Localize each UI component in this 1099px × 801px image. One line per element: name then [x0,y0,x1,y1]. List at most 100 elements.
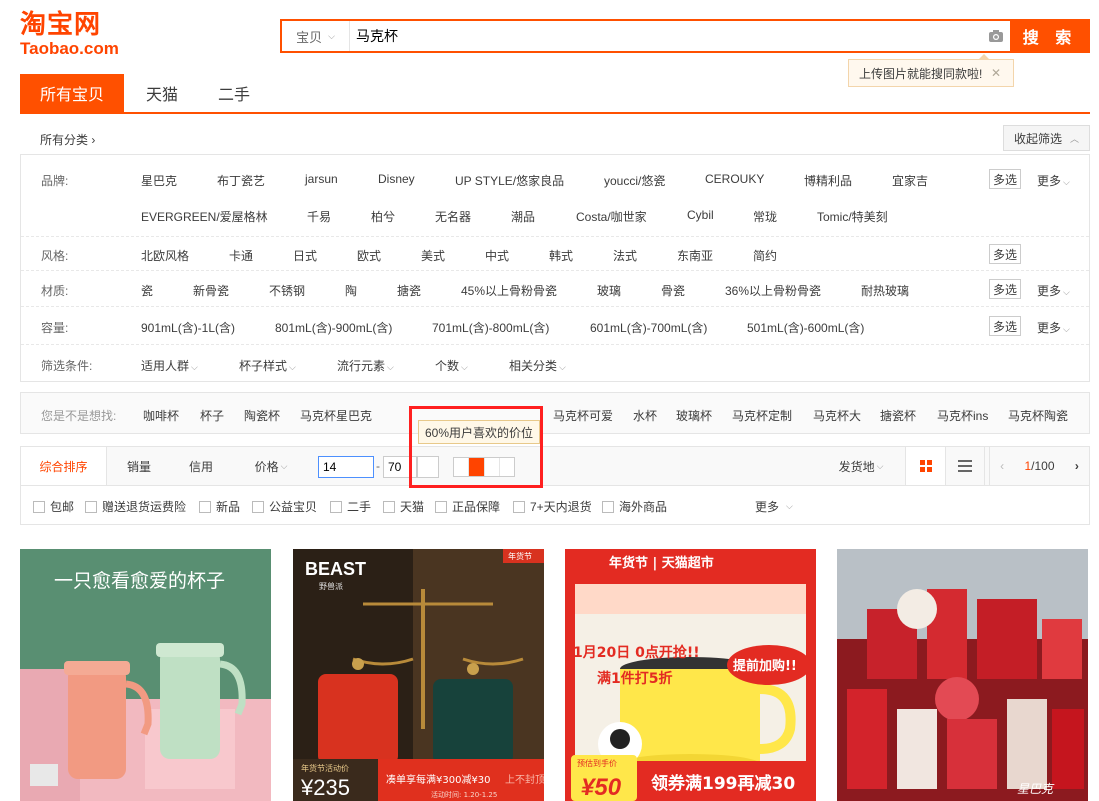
material-item[interactable]: 陶 [345,282,357,299]
suggestion-link[interactable]: 杯子 [200,407,224,424]
brand-item[interactable]: Tomic/特美刻 [817,208,888,225]
all-categories-link[interactable]: 所有分类 › [40,131,95,148]
suggestion-link[interactable]: 玻璃杯 [676,407,712,424]
style-item[interactable]: 韩式 [549,247,573,264]
checkbox[interactable] [435,500,447,513]
suggestion-link[interactable]: 马克杯定制 [732,407,792,424]
material-item[interactable]: 玻璃 [597,282,621,299]
capacity-item[interactable]: 501mL(含)-600mL(含) [747,319,864,336]
brand-item[interactable]: Cybil [687,208,714,222]
condition-dropdown[interactable]: 流行元素 ⌵ [337,357,394,374]
style-item[interactable]: 北欧风格 [141,247,189,264]
checkbox[interactable] [199,500,211,513]
style-item[interactable]: 简约 [753,247,777,264]
brand-item[interactable]: Costa/咖世家 [576,208,647,225]
suggestion-link[interactable]: 水杯 [633,407,657,424]
taobao-logo[interactable]: 淘宝网 Taobao.com [20,10,130,62]
style-item[interactable]: 东南亚 [677,247,713,264]
checkbox-new[interactable]: 新品 [199,498,240,515]
material-item[interactable]: 45%以上骨粉骨瓷 [461,282,557,299]
suggestion-link[interactable]: 马克杯星巴克 [300,407,372,424]
search-category-select[interactable]: 宝贝 ⌵ [282,21,350,51]
brand-multi-select-button[interactable]: 多选 [989,169,1021,189]
checkbox-authentic[interactable]: 正品保障 [435,498,500,515]
checkbox-overseas[interactable]: 海外商品 [602,498,667,515]
search-button[interactable]: 搜 索 [1010,19,1090,53]
brand-item[interactable]: 潮品 [511,208,535,225]
checkbox[interactable] [383,500,395,513]
checkbox-free-shipping[interactable]: 包邮 [33,498,74,515]
suggestion-link[interactable]: 陶瓷杯 [244,407,280,424]
style-item[interactable]: 美式 [421,247,445,264]
brand-item[interactable]: UP STYLE/悠家良品 [455,172,564,189]
brand-item[interactable]: 千易 [307,208,331,225]
next-page-icon[interactable]: › [1075,459,1079,473]
sort-price[interactable]: 价格 ⌵ [243,447,299,485]
style-item[interactable]: 中式 [485,247,509,264]
product-card[interactable]: 年货节 | 天猫超市 1月20日 0点开抢!! 满1件打5折 提前加购!! 预估… [565,549,816,801]
ship-from-dropdown[interactable]: 发货地 ⌵ [833,447,889,485]
grid-view-toggle[interactable] [905,447,945,485]
brand-item[interactable]: youcci/悠瓷 [604,172,665,189]
material-item[interactable]: 不锈钢 [269,282,305,299]
style-multi-select-button[interactable]: 多选 [989,244,1021,264]
brand-item[interactable]: 无名器 [435,208,471,225]
checkbox[interactable] [602,500,614,513]
sort-credit[interactable]: 信用 [173,447,229,485]
checkbox-second-hand[interactable]: 二手 [330,498,371,515]
capacity-multi-select-button[interactable]: 多选 [989,316,1021,336]
condition-dropdown[interactable]: 适用人群 ⌵ [141,357,198,374]
suggestion-link[interactable]: 马克杯大 [813,407,861,424]
material-item[interactable]: 骨瓷 [661,282,685,299]
brand-item[interactable]: jarsun [305,172,338,186]
product-image[interactable]: 星巴克 [837,549,1088,801]
checkbox-tmall[interactable]: 天猫 [383,498,424,515]
tab-tmall[interactable]: 天猫 [124,74,200,112]
suggestion-link[interactable]: 咖啡杯 [143,407,179,424]
brand-more-button[interactable]: 更多 ⌵ [1037,172,1070,189]
brand-item[interactable]: CEROUKY [705,172,764,186]
suggestion-link[interactable]: 马克杯ins [937,407,988,424]
more-services-button[interactable]: 更多 ⌵ [755,498,793,515]
collapse-filter-button[interactable]: 收起筛选 ︿ [1002,125,1090,151]
style-item[interactable]: 卡通 [229,247,253,264]
capacity-more-button[interactable]: 更多 ⌵ [1037,319,1070,336]
material-item[interactable]: 36%以上骨粉骨瓷 [725,282,821,299]
material-multi-select-button[interactable]: 多选 [989,279,1021,299]
sort-sales[interactable]: 销量 [111,447,167,485]
brand-item[interactable]: 布丁瓷艺 [217,172,265,189]
prev-page-icon[interactable]: ‹ [1000,459,1004,473]
product-card[interactable]: 一只愈看愈爱的杯子 [20,549,271,801]
tab-second-hand[interactable]: 二手 [200,74,268,112]
capacity-item[interactable]: 601mL(含)-700mL(含) [590,319,707,336]
condition-dropdown[interactable]: 杯子样式 ⌵ [239,357,296,374]
material-item[interactable]: 耐热玻璃 [861,282,909,299]
sort-default[interactable]: 综合排序 [21,447,107,485]
price-min-input[interactable]: 14 [318,456,374,478]
product-image[interactable]: 一只愈看愈爱的杯子 [20,549,271,801]
capacity-item[interactable]: 901mL(含)-1L(含) [141,319,235,336]
checkbox-7day-return[interactable]: 7+天内退货 [513,498,592,515]
style-item[interactable]: 日式 [293,247,317,264]
condition-dropdown[interactable]: 相关分类 ⌵ [509,357,566,374]
camera-icon[interactable] [982,21,1010,51]
suggestion-link[interactable]: 搪瓷杯 [880,407,916,424]
brand-item[interactable]: 博精利品 [804,172,852,189]
product-card[interactable]: 星巴克 [837,549,1088,801]
style-item[interactable]: 法式 [613,247,637,264]
material-more-button[interactable]: 更多 ⌵ [1037,282,1070,299]
condition-dropdown[interactable]: 个数 ⌵ [435,357,468,374]
capacity-item[interactable]: 801mL(含)-900mL(含) [275,319,392,336]
product-image[interactable]: 年货节 | 天猫超市 1月20日 0点开抢!! 满1件打5折 提前加购!! 预估… [565,549,816,801]
checkbox[interactable] [85,500,97,513]
checkbox[interactable] [252,500,264,513]
material-item[interactable]: 瓷 [141,282,153,299]
suggestion-link[interactable]: 马克杯陶瓷 [1008,407,1068,424]
checkbox[interactable] [330,500,342,513]
checkbox-return-insurance[interactable]: 赠送退货运费险 [85,498,186,515]
checkbox[interactable] [513,500,525,513]
brand-item[interactable]: 柏兮 [371,208,395,225]
brand-item[interactable]: 宜家吉 [892,172,928,189]
capacity-item[interactable]: 701mL(含)-800mL(含) [432,319,549,336]
material-item[interactable]: 搪瓷 [397,282,421,299]
